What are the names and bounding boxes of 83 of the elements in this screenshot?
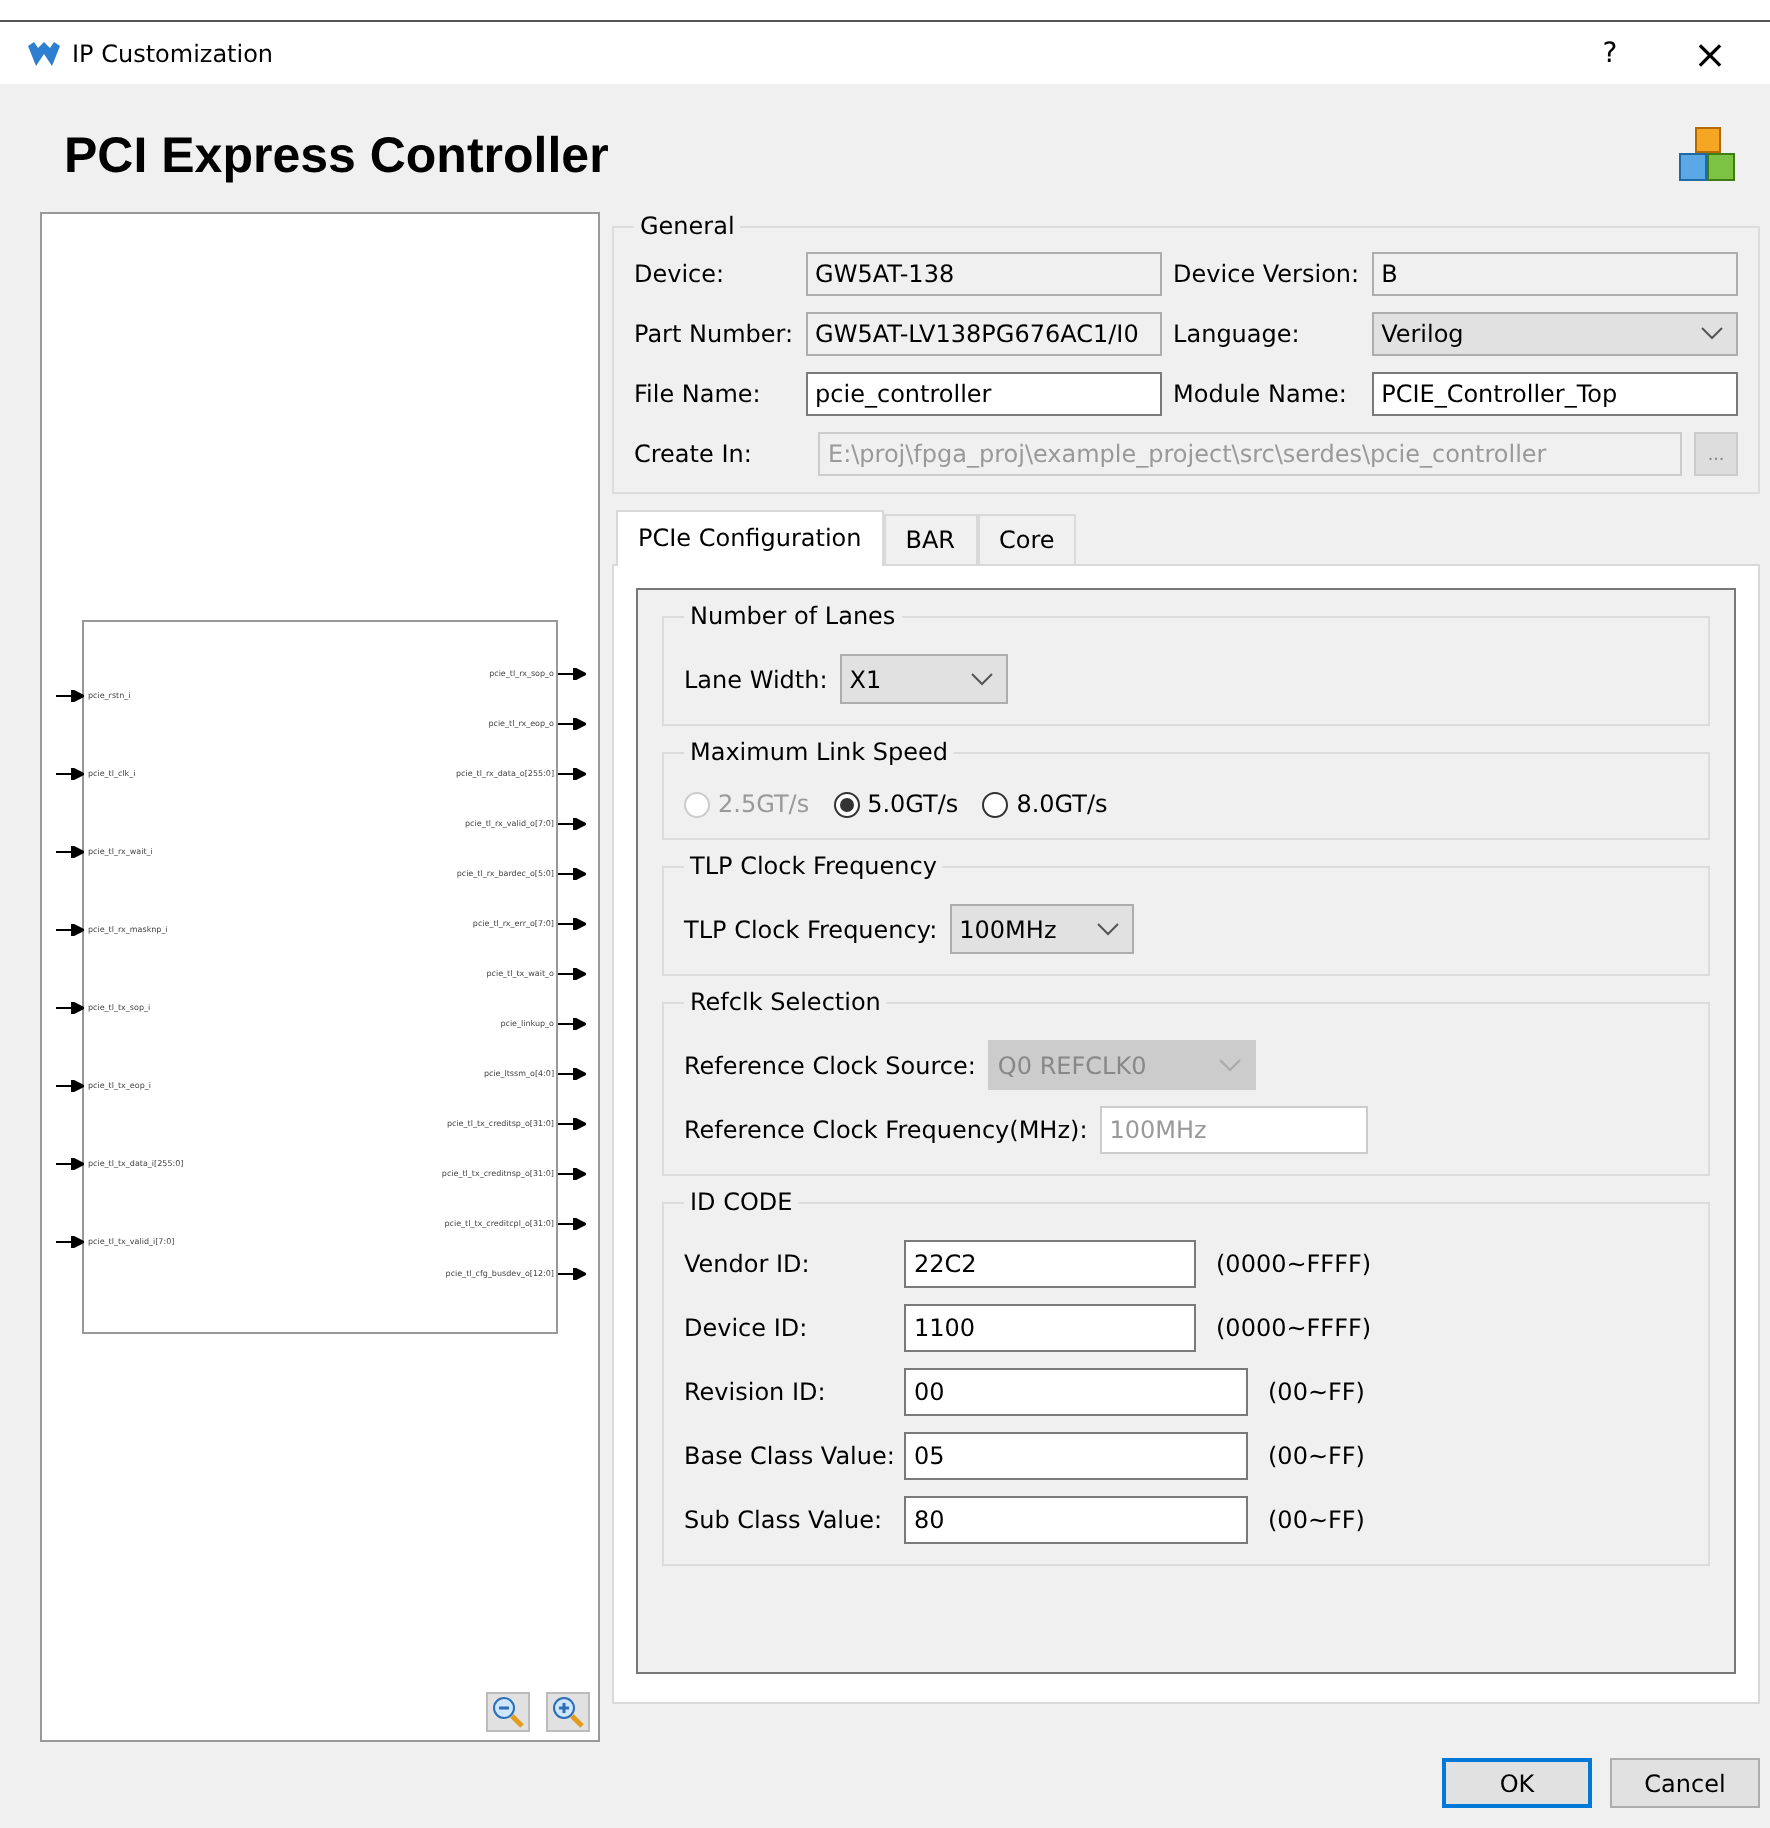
tab[interactable]: Core	[977, 514, 1077, 564]
readonly-field: B	[1371, 252, 1738, 296]
chevron-icon	[969, 671, 994, 687]
input-field[interactable]: 22C2	[904, 1240, 1196, 1288]
input-field[interactable]: 1100	[904, 1304, 1196, 1352]
input-arrow-icon	[56, 1235, 84, 1247]
readonly-field: GW5AT-138	[805, 252, 1162, 296]
field-label: Vendor ID:	[684, 1250, 812, 1278]
range-hint: (00~FF)	[1268, 1506, 1365, 1534]
output-arrow-icon	[558, 917, 586, 929]
field-label: Device ID:	[684, 1314, 810, 1342]
output-arrow-icon	[558, 967, 586, 979]
chevron-icon	[1096, 921, 1121, 937]
field-label: Lane Width:	[684, 665, 828, 693]
chevron-icon	[1700, 326, 1724, 342]
range-hint: (0000~FFFF)	[1216, 1250, 1372, 1278]
readonly-field: GW5AT-LV138PG676AC1/I0	[805, 312, 1162, 356]
input-arrow-icon	[56, 1079, 84, 1091]
input-field[interactable]: 80	[904, 1496, 1248, 1544]
group-title: ID CODE	[688, 1188, 795, 1216]
chevron-icon	[1217, 1057, 1242, 1073]
radio-dot[interactable]	[982, 791, 1009, 817]
field-label: Create In:	[634, 440, 754, 468]
field-label: Sub Class Value:	[684, 1506, 885, 1534]
field-label: Reference Clock Source:	[684, 1051, 976, 1079]
group-title: General	[638, 212, 737, 240]
logo-icon	[28, 41, 60, 65]
input-arrow-icon	[56, 689, 84, 701]
input-field[interactable]: PCIE_Controller_Top	[1371, 372, 1738, 416]
input-field[interactable]: pcie_controller	[805, 372, 1162, 416]
output-arrow-icon	[558, 1217, 586, 1229]
field-label: Device Version:	[1173, 260, 1360, 288]
radio-dot[interactable]	[833, 791, 860, 817]
zoom-out-icon	[492, 1696, 524, 1728]
output-arrow-icon	[558, 867, 586, 879]
range-hint: (00~FF)	[1268, 1442, 1365, 1470]
field-label: TLP Clock Frequency:	[684, 915, 938, 943]
input-field[interactable]: 05	[904, 1432, 1248, 1480]
input-field[interactable]: 00	[904, 1368, 1248, 1416]
input-arrow-icon	[56, 923, 84, 935]
group-title: TLP Clock Frequency	[688, 852, 939, 880]
tab[interactable]: PCIe Configuration	[616, 510, 884, 566]
field-label: Device:	[634, 260, 727, 288]
output-arrow-icon	[558, 1267, 586, 1279]
output-arrow-icon	[558, 717, 586, 729]
field-label: Reference Clock Frequency(MHz):	[684, 1116, 1088, 1144]
group-title: Maximum Link Speed	[688, 738, 950, 766]
zoom-out-button[interactable]	[486, 1692, 530, 1732]
field-label: Part Number:	[634, 320, 794, 348]
field-label: Revision ID:	[684, 1378, 828, 1406]
output-arrow-icon	[558, 667, 586, 679]
output-arrow-icon	[558, 1067, 586, 1079]
group-title: Number of Lanes	[688, 602, 898, 630]
zoom-in-icon	[552, 1696, 584, 1728]
tab[interactable]: BAR	[883, 514, 978, 564]
output-arrow-icon	[558, 1017, 586, 1029]
input-arrow-icon	[56, 1001, 84, 1013]
output-arrow-icon	[558, 1167, 586, 1179]
close-button[interactable]: ×	[1666, 25, 1754, 81]
output-arrow-icon	[558, 817, 586, 829]
dialog-button[interactable]: Cancel	[1610, 1758, 1760, 1808]
field-label: Module Name:	[1173, 380, 1349, 408]
input-arrow-icon	[56, 767, 84, 779]
help-button[interactable]: ?	[1566, 25, 1654, 81]
field-label: Base Class Value:	[684, 1442, 892, 1470]
dialog-button[interactable]: OK	[1442, 1758, 1592, 1808]
input-arrow-icon	[56, 845, 84, 857]
field-label: Language:	[1173, 320, 1302, 348]
input-arrow-icon	[56, 1157, 84, 1169]
dropdown[interactable]: 100MHz	[949, 904, 1135, 954]
radio-option[interactable]: 8.0GT/s	[982, 790, 1108, 818]
field-label: File Name:	[634, 380, 763, 408]
radio-option[interactable]: 5.0GT/s	[833, 790, 959, 818]
language-dropdown[interactable]: Verilog	[1371, 312, 1738, 356]
range-hint: (0000~FFFF)	[1216, 1314, 1372, 1342]
dropdown[interactable]: X1	[839, 654, 1008, 704]
zoom-in-button[interactable]	[546, 1692, 590, 1732]
dialog-heading: PCI Express Controller	[64, 127, 609, 185]
output-arrow-icon	[558, 767, 586, 779]
range-hint: (00~FF)	[1268, 1378, 1365, 1406]
group-title: Refclk Selection	[688, 988, 883, 1016]
window-title: IP Customization	[72, 39, 274, 67]
output-arrow-icon	[558, 1117, 586, 1129]
